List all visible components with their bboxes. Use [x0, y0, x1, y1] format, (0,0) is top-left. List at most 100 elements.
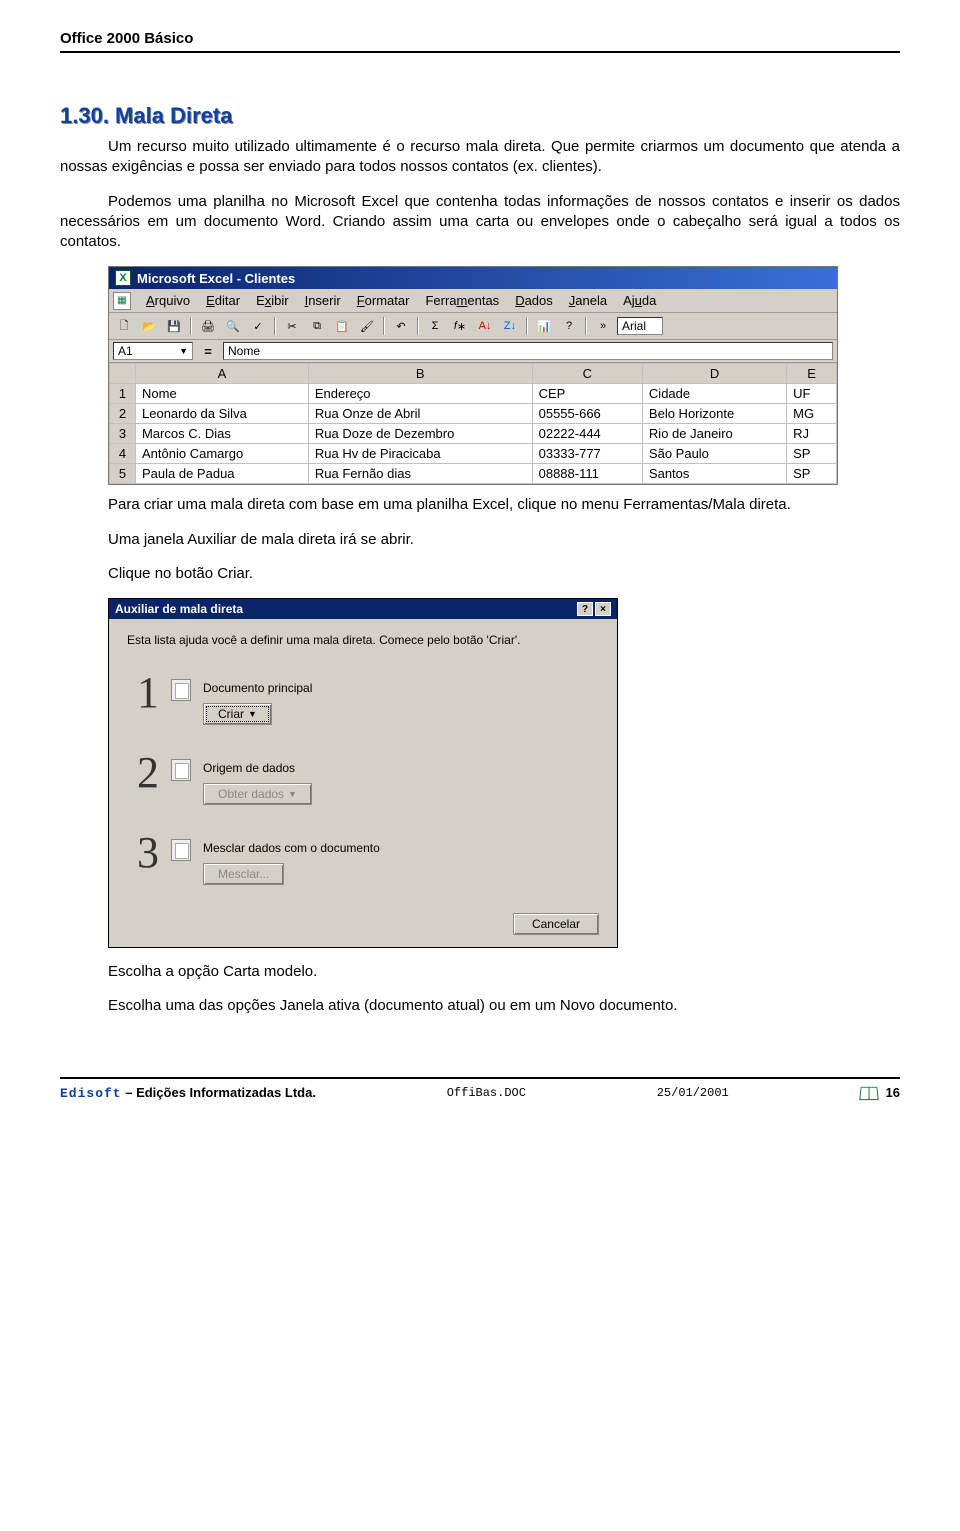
undo-icon[interactable]: ↶ — [390, 316, 412, 336]
cut-icon[interactable]: ✂ — [281, 316, 303, 336]
help-icon[interactable]: ? — [558, 316, 580, 336]
dialog-footer: Cancelar — [127, 913, 599, 935]
paragraph-5: Clique no botão Criar. — [60, 564, 900, 584]
cell[interactable]: Paula de Padua — [136, 464, 309, 484]
cell[interactable]: Rua Fernão dias — [308, 464, 532, 484]
excel-title-text: Microsoft Excel - Clientes — [137, 271, 295, 286]
cell[interactable]: Rua Doze de Dezembro — [308, 424, 532, 444]
dialog-step-2: 2 Origem de dados Obter dados ▼ — [127, 753, 599, 805]
mailmerge-dialog: Auxiliar de mala direta ? × Esta lista a… — [108, 598, 618, 948]
dialog-titlebar: Auxiliar de mala direta ? × — [109, 599, 617, 619]
cancelar-button[interactable]: Cancelar — [513, 913, 599, 935]
cell[interactable]: 08888-111 — [532, 464, 642, 484]
autosum-icon[interactable]: Σ — [424, 316, 446, 336]
menu-formatar[interactable]: Formatar — [350, 291, 417, 310]
help-icon[interactable]: ? — [577, 602, 593, 616]
cell[interactable]: Leonardo da Silva — [136, 404, 309, 424]
paragraph-3: Para criar uma mala direta com base em u… — [60, 495, 900, 515]
col-header-a[interactable]: A — [136, 364, 309, 384]
table-row: 3 Marcos C. Dias Rua Doze de Dezembro 02… — [110, 424, 837, 444]
row-header[interactable]: 3 — [110, 424, 136, 444]
name-box[interactable]: A1 ▼ — [113, 342, 193, 360]
col-header-d[interactable]: D — [642, 364, 786, 384]
row-header[interactable]: 5 — [110, 464, 136, 484]
fx-icon[interactable]: f∗ — [449, 316, 471, 336]
cell[interactable]: RJ — [787, 424, 837, 444]
col-header-c[interactable]: C — [532, 364, 642, 384]
cell[interactable]: São Paulo — [642, 444, 786, 464]
chevron-down-icon: ▼ — [288, 789, 297, 799]
cell[interactable]: Antônio Camargo — [136, 444, 309, 464]
cell[interactable]: Rio de Janeiro — [642, 424, 786, 444]
mesclar-button: Mesclar... — [203, 863, 284, 885]
criar-button[interactable]: Criar ▼ — [203, 703, 272, 725]
cell[interactable]: Marcos C. Dias — [136, 424, 309, 444]
col-header-b[interactable]: B — [308, 364, 532, 384]
format-painter-icon[interactable]: 🖌 — [356, 316, 378, 336]
equals-button[interactable]: = — [199, 344, 217, 359]
cell[interactable]: Belo Horizonte — [642, 404, 786, 424]
menu-ferramentas[interactable]: Ferramentas — [418, 291, 506, 310]
excel-menubar: ▦ Arquivo Editar Exibir Inserir Formatar… — [109, 289, 837, 313]
cell[interactable]: 02222-444 — [532, 424, 642, 444]
row-header[interactable]: 2 — [110, 404, 136, 424]
open-icon[interactable]: 📂 — [138, 316, 160, 336]
footer-date: 25/01/2001 — [657, 1086, 729, 1100]
cell[interactable]: Cidade — [642, 384, 786, 404]
copy-icon[interactable]: ⧉ — [306, 316, 328, 336]
footer-filename: OffiBas.DOC — [447, 1086, 526, 1100]
chevron-down-icon: ▼ — [248, 709, 257, 719]
obter-dados-button: Obter dados ▼ — [203, 783, 312, 805]
font-selector[interactable]: Arial — [617, 317, 663, 335]
menu-inserir[interactable]: Inserir — [298, 291, 348, 310]
cell[interactable]: Nome — [136, 384, 309, 404]
footer-rule — [60, 1077, 900, 1079]
chart-icon[interactable]: 📊 — [533, 316, 555, 336]
paragraph-2: Podemos uma planilha no Microsoft Excel … — [60, 192, 900, 253]
row-header[interactable]: 4 — [110, 444, 136, 464]
menu-dados[interactable]: Dados — [508, 291, 560, 310]
dialog-body: Esta lista ajuda você a definir uma mala… — [109, 619, 617, 947]
sort-desc-icon[interactable]: Z↓ — [499, 316, 521, 336]
menu-janela[interactable]: Janela — [562, 291, 614, 310]
paragraph-1: Um recurso muito utilizado ultimamente é… — [60, 137, 900, 178]
cell[interactable]: CEP — [532, 384, 642, 404]
cell[interactable]: Endereço — [308, 384, 532, 404]
cell[interactable]: 03333-777 — [532, 444, 642, 464]
new-icon[interactable]: 🗋 — [113, 316, 135, 336]
menu-editar[interactable]: Editar — [199, 291, 247, 310]
sort-asc-icon[interactable]: A↓ — [474, 316, 496, 336]
step1-label: Documento principal — [203, 681, 599, 695]
col-header-e[interactable]: E — [787, 364, 837, 384]
cell[interactable]: Rua Hv de Piracicaba — [308, 444, 532, 464]
cell[interactable]: Rua Onze de Abril — [308, 404, 532, 424]
preview-icon[interactable]: 🔍 — [222, 316, 244, 336]
cell[interactable]: MG — [787, 404, 837, 424]
doc-header-title: Office 2000 Básico — [60, 30, 900, 47]
paste-icon[interactable]: 📋 — [331, 316, 353, 336]
print-icon[interactable]: 🖨 — [197, 316, 219, 336]
row-header[interactable]: 1 — [110, 384, 136, 404]
excel-titlebar: X Microsoft Excel - Clientes — [109, 267, 837, 289]
formula-value[interactable]: Nome — [223, 342, 833, 360]
cell[interactable]: Santos — [642, 464, 786, 484]
paragraph-7: Escolha uma das opções Janela ativa (doc… — [60, 996, 900, 1016]
cell[interactable]: 05555-666 — [532, 404, 642, 424]
menu-ajuda[interactable]: Ajuda — [616, 291, 663, 310]
more-icon[interactable]: » — [592, 316, 614, 336]
table-row: 4 Antônio Camargo Rua Hv de Piracicaba 0… — [110, 444, 837, 464]
menu-exibir[interactable]: Exibir — [249, 291, 296, 310]
corner-cell[interactable] — [110, 364, 136, 384]
merge-icon — [171, 839, 191, 861]
cell[interactable]: SP — [787, 464, 837, 484]
save-icon[interactable]: 💾 — [163, 316, 185, 336]
menu-arquivo[interactable]: Arquivo — [139, 291, 197, 310]
excel-window: X Microsoft Excel - Clientes ▦ Arquivo E… — [108, 266, 838, 485]
excel-toolbar: 🗋 📂 💾 🖨 🔍 ✓ ✂ ⧉ 📋 🖌 ↶ Σ f∗ A↓ Z↓ 📊 ? » A… — [109, 313, 837, 340]
cell[interactable]: SP — [787, 444, 837, 464]
step-number-2: 2 — [127, 753, 159, 793]
cell[interactable]: UF — [787, 384, 837, 404]
spell-icon[interactable]: ✓ — [247, 316, 269, 336]
dialog-step-1: 1 Documento principal Criar ▼ — [127, 673, 599, 725]
close-icon[interactable]: × — [595, 602, 611, 616]
